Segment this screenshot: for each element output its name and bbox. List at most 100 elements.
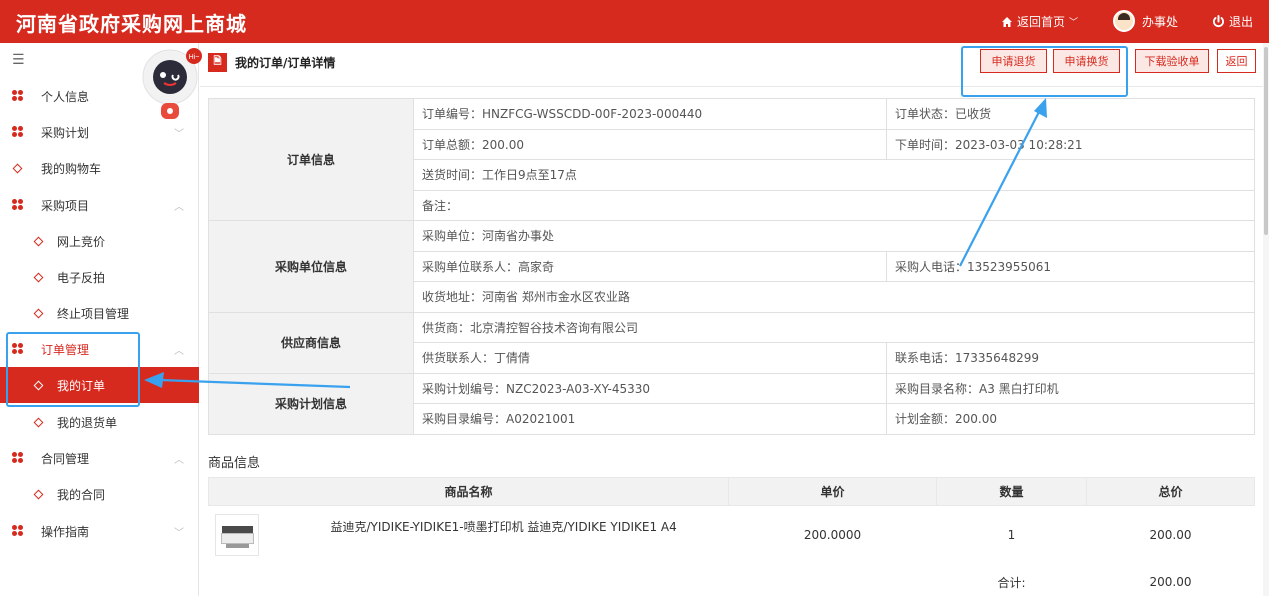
diamond-icon — [33, 272, 44, 282]
plan-amount: 计划金额：200.00 — [886, 403, 1255, 435]
section-order-info: 订单信息 — [208, 98, 414, 221]
order-time: 下单时间：2023-03-03 10:28:21 — [886, 128, 1255, 160]
user-menu[interactable]: 办事处 — [1113, 10, 1178, 32]
sidebar-item-label: 采购项目 — [41, 198, 90, 213]
sidebar-item-label: 电子反拍 — [57, 270, 106, 285]
sidebar-item-label: 终止项目管理 — [57, 306, 130, 321]
sidebar-item-label: 个人信息 — [41, 89, 90, 104]
sidebar-item-order-management[interactable]: 订单管理 ︿ — [0, 331, 199, 367]
chevron-down-icon: ﹀ — [174, 527, 184, 539]
diamond-icon — [33, 236, 44, 246]
clover-icon — [12, 126, 24, 138]
home-icon — [1002, 16, 1012, 27]
goods-table: 商品名称 单价 数量 总价 益迪克/YIDIKE-YIDIKE1-喷墨打印机 益… — [208, 477, 1255, 596]
sidebar-item-purchase-projects[interactable]: 采购项目 ︿ — [0, 187, 199, 223]
supplier-phone: 联系电话：17335648299 — [886, 342, 1255, 374]
chevron-down-icon: ﹀ — [174, 128, 184, 140]
download-receipt-button[interactable]: 下载验收单 — [1135, 49, 1209, 73]
menu-toggle-icon[interactable]: ☰ — [12, 52, 25, 68]
sidebar-item-my-orders[interactable]: 我的订单 — [0, 367, 199, 403]
section-plan-info: 采购计划信息 — [208, 372, 414, 435]
site-title: 河南省政府采购网上商城 — [16, 12, 247, 36]
buyer-contact: 采购单位联系人：高家奇 — [413, 250, 887, 282]
divider — [200, 86, 1263, 87]
diamond-icon — [33, 380, 44, 390]
diamond-icon — [33, 489, 44, 499]
column-header: 单价 — [728, 477, 937, 506]
sum-row: 合计: 200.00 — [208, 563, 1255, 596]
order-status: 订单状态：已收货 — [886, 98, 1255, 130]
sidebar-item-label: 合同管理 — [41, 451, 90, 466]
catalog-name: 采购目录名称：A3 黑白打印机 — [886, 372, 1255, 404]
buyer-phone: 采购人电话：13523955061 — [886, 250, 1255, 282]
plan-number: 采购计划编号：NZC2023-A03-XY-45330 — [413, 372, 887, 404]
sidebar-item-my-returns[interactable]: 我的退货单 — [0, 404, 199, 440]
sidebar-item-my-contracts[interactable]: 我的合同 — [0, 476, 199, 512]
avatar — [1113, 10, 1135, 32]
quantity: 1 — [1007, 527, 1016, 542]
scrollbar[interactable] — [1263, 43, 1269, 596]
buyer-unit: 采购单位：河南省办事处 — [413, 220, 1255, 252]
catalog-number: 采购目录编号：A02021001 — [413, 403, 887, 435]
section-supplier-info: 供应商信息 — [208, 311, 414, 374]
sidebar-item-cart[interactable]: 我的购物车 — [0, 150, 199, 186]
top-header: 河南省政府采购网上商城 返回首页 ﹀ 办事处 退出 — [0, 0, 1269, 43]
assistant-badge: Hi~ — [189, 54, 200, 61]
sidebar-item-label: 我的订单 — [57, 378, 106, 393]
product-name[interactable]: 益迪克/YIDIKE-YIDIKE1-喷墨打印机 益迪克/YIDIKE YIDI… — [331, 518, 677, 535]
sidebar: ☰ 个人信息 采购计划 ﹀ 我的购物车 采购项目 ︿ 网上竞价 电子反拍 终止项… — [0, 43, 199, 596]
clover-icon — [12, 343, 24, 355]
sidebar-item-reverse-auction[interactable]: 电子反拍 — [0, 259, 199, 295]
clover-icon — [12, 452, 24, 464]
logout-button[interactable]: 退出 — [1212, 13, 1253, 30]
order-number: 订单编号：HNZFCG-WSSCDD-00F-2023-000440 — [413, 98, 887, 130]
document-icon: 🗎 — [208, 53, 227, 72]
order-total: 订单总额：200.00 — [413, 128, 887, 160]
sidebar-item-terminated-projects[interactable]: 终止项目管理 — [0, 295, 199, 331]
back-button[interactable]: 返回 — [1217, 49, 1256, 73]
column-header: 商品名称 — [208, 477, 729, 506]
order-detail-table: 订单信息 订单编号：HNZFCG-WSSCDD-00F-2023-000440 … — [208, 98, 1255, 435]
apply-return-button[interactable]: 申请退货 — [980, 49, 1047, 73]
line-total: 200.00 — [1149, 527, 1192, 542]
main-content: 🗎 我的订单/订单详情 申请退货 申请换货 下载验收单 返回 订单信息 订单编号… — [200, 43, 1263, 596]
apply-exchange-button[interactable]: 申请换货 — [1053, 49, 1120, 73]
sidebar-item-user-guide[interactable]: 操作指南 ﹀ — [0, 513, 199, 549]
sidebar-item-label: 采购计划 — [41, 125, 90, 140]
unit-price: 200.0000 — [803, 527, 862, 542]
sidebar-item-label: 我的合同 — [57, 487, 106, 502]
printer-image[interactable] — [214, 513, 259, 556]
home-link-label: 返回首页 — [1017, 15, 1066, 29]
supplier-name: 供货商：北京清控智谷技术咨询有限公司 — [413, 311, 1255, 343]
robot-assistant-icon[interactable]: Hi~ — [136, 47, 206, 125]
delivery-address: 收货地址：河南省 郑州市金水区农业路 — [413, 281, 1255, 313]
order-remark: 备注： — [413, 189, 1255, 221]
table-row: 益迪克/YIDIKE-YIDIKE1-喷墨打印机 益迪克/YIDIKE YIDI… — [209, 506, 1255, 564]
sidebar-item-contract-management[interactable]: 合同管理 ︿ — [0, 440, 199, 476]
sidebar-item-label: 订单管理 — [41, 342, 90, 357]
home-link[interactable]: 返回首页 ﹀ — [1001, 13, 1078, 30]
logout-label: 退出 — [1229, 15, 1254, 29]
diamond-icon — [33, 417, 44, 427]
sidebar-item-label: 我的购物车 — [41, 161, 102, 176]
column-header: 总价 — [1086, 477, 1255, 506]
clover-icon — [12, 199, 24, 211]
delivery-time: 送货时间：工作日9点至17点 — [413, 159, 1255, 191]
chevron-down-icon: ﹀ — [1069, 18, 1079, 28]
sum-label: 合计: — [936, 563, 1087, 596]
user-name: 办事处 — [1142, 14, 1179, 29]
breadcrumb: 🗎 我的订单/订单详情 — [208, 53, 335, 72]
sidebar-item-label: 网上竞价 — [57, 234, 106, 249]
sidebar-item-label: 操作指南 — [41, 524, 90, 539]
chevron-up-icon: ︿ — [174, 454, 184, 466]
chevron-up-icon: ︿ — [174, 345, 184, 357]
power-icon — [1213, 15, 1224, 27]
goods-section-title: 商品信息 — [208, 456, 261, 471]
breadcrumb-text: 我的订单/订单详情 — [235, 56, 336, 70]
clover-icon — [12, 525, 24, 537]
section-buyer-info: 采购单位信息 — [208, 220, 414, 313]
chevron-up-icon: ︿ — [174, 201, 184, 213]
sidebar-item-online-bidding[interactable]: 网上竞价 — [0, 223, 199, 259]
column-header: 数量 — [936, 477, 1087, 506]
clover-icon — [12, 90, 24, 102]
